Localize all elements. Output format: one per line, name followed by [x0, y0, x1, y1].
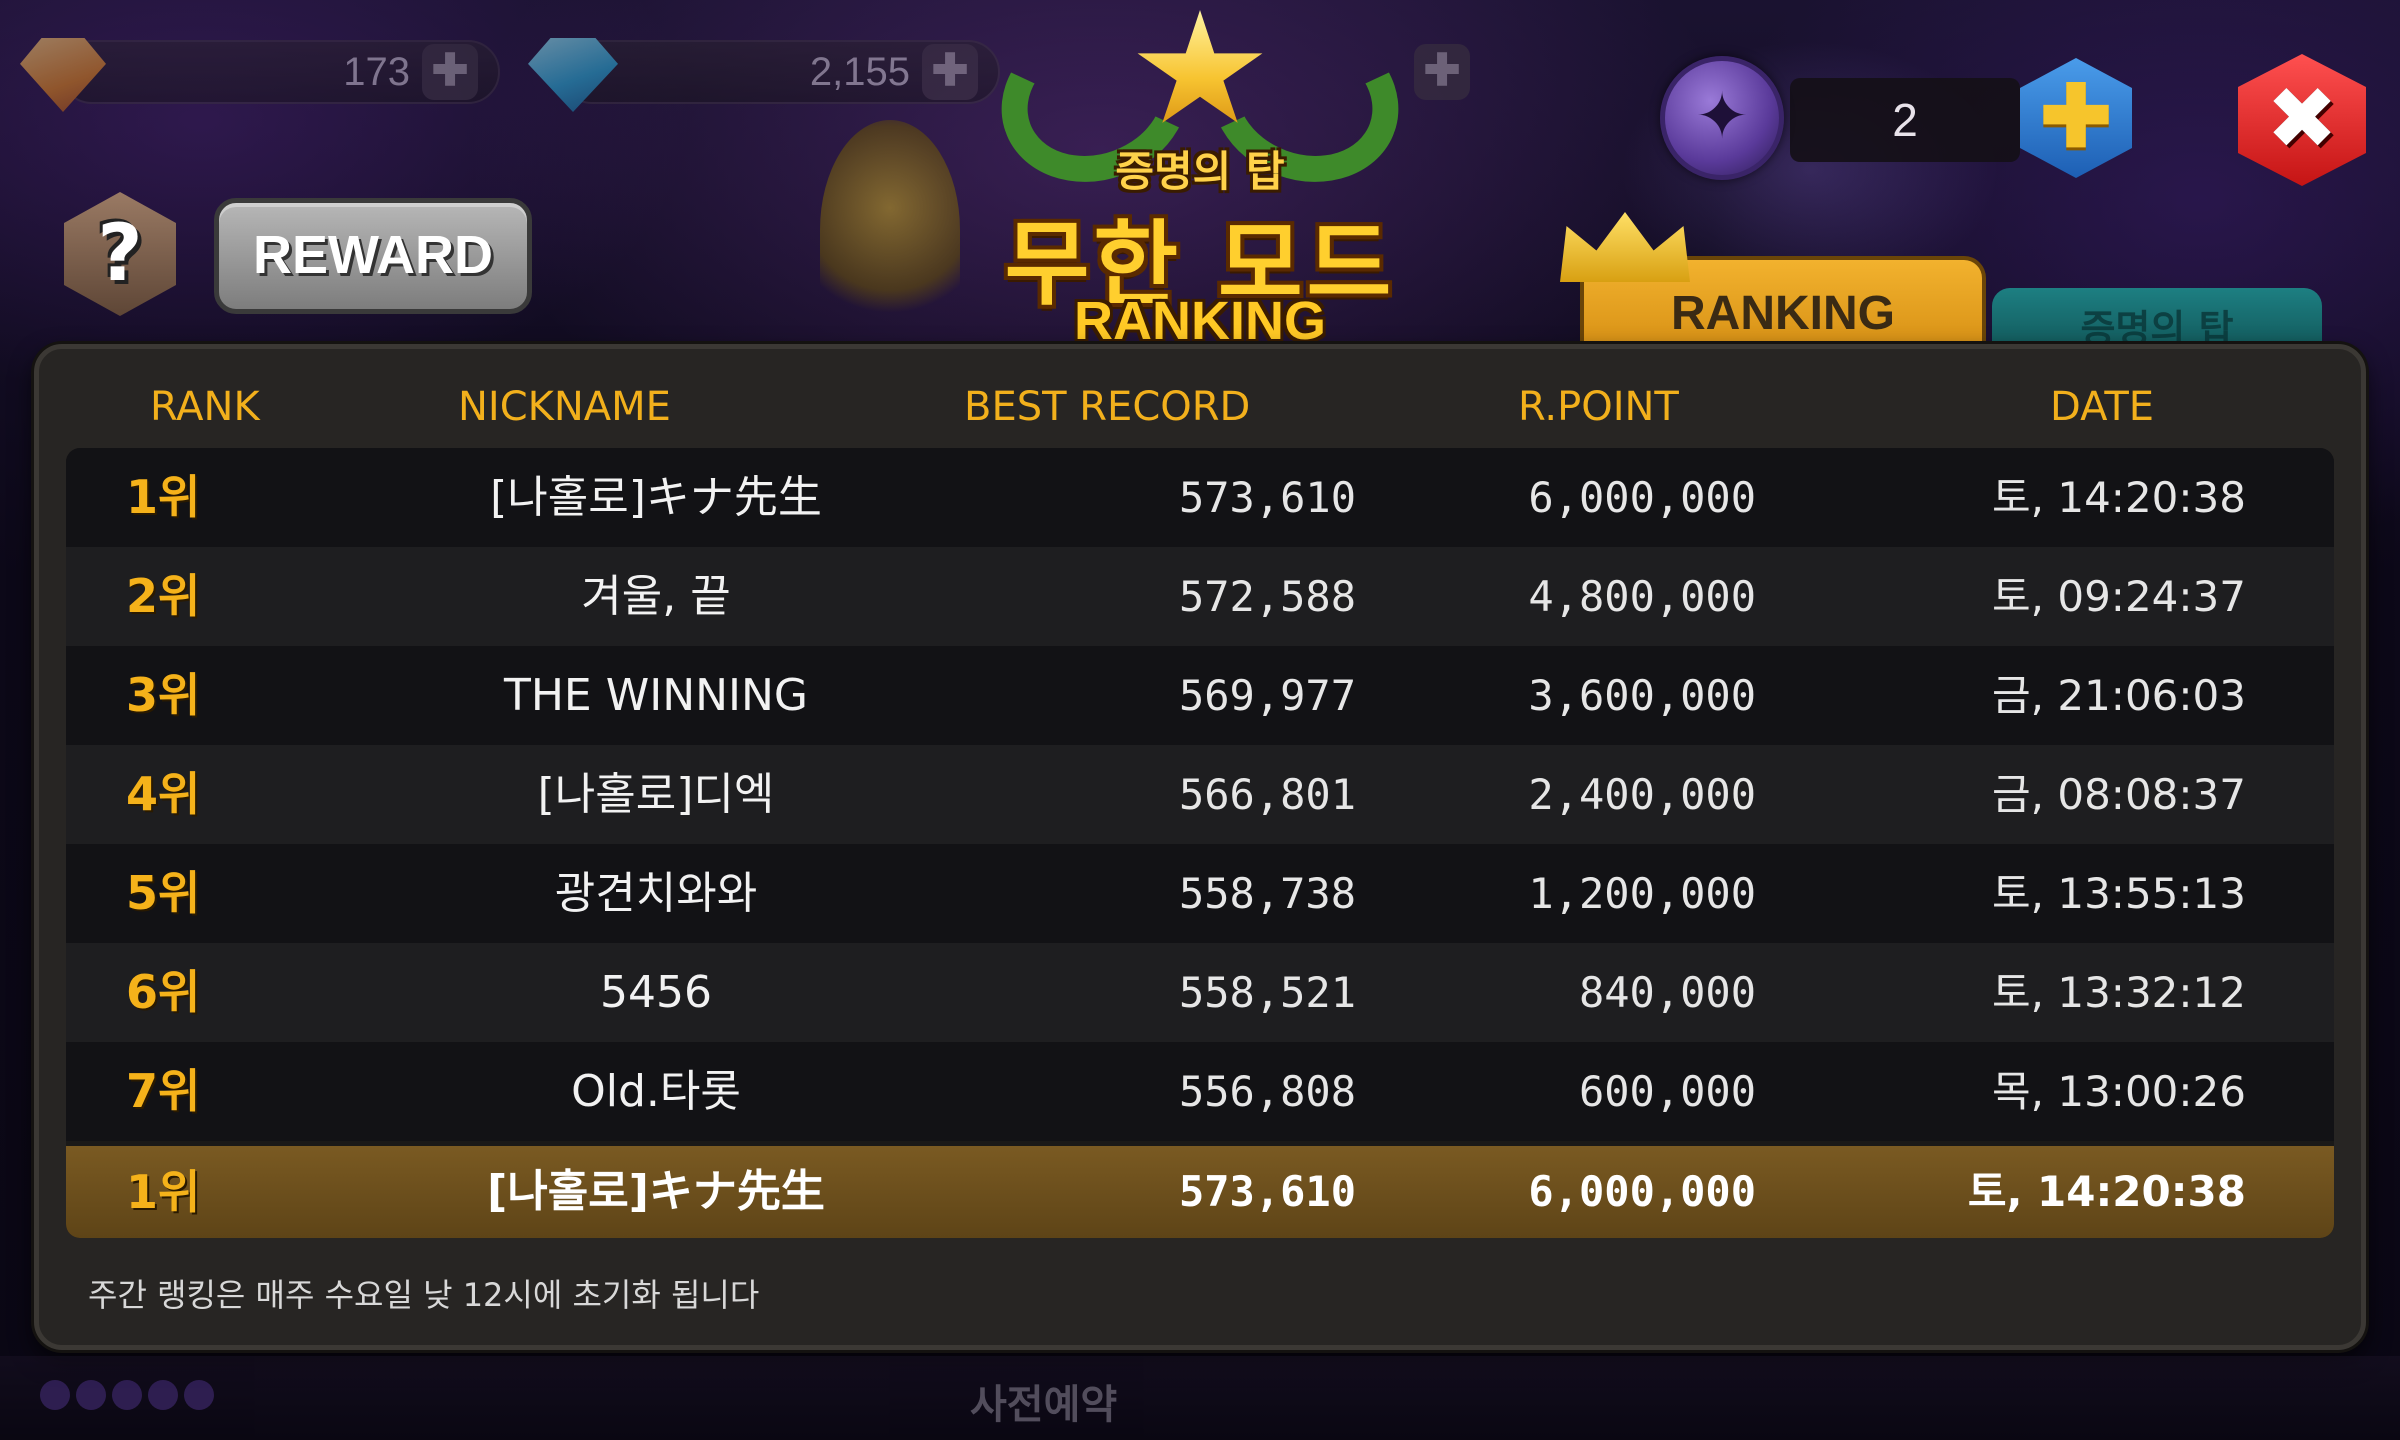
bottom-strip: 사전예약	[0, 1356, 2400, 1440]
blue-gem-count: 2,155	[809, 50, 910, 94]
r-point-cell: 840,000	[1578, 968, 1756, 1017]
background-tower-ornament	[820, 120, 960, 340]
my-r-point-cell: 6,000,000	[1528, 1167, 1756, 1216]
my-best-record-cell: 573,610	[1178, 1167, 1356, 1216]
r-point-cell: 6,000,000	[1528, 473, 1756, 522]
purple-coin-icon: ✦	[1660, 56, 1784, 180]
table-row[interactable]: 7위 Old.타롯 556,808 600,000 목, 13:00:26	[66, 1042, 2334, 1141]
best-record-cell: 558,738	[1178, 869, 1356, 918]
table-row[interactable]: 6위 5456 558,521 840,000 토, 13:32:12	[66, 943, 2334, 1042]
best-record-cell: 556,808	[1178, 1067, 1356, 1116]
my-rank-row[interactable]: 1위 [나홀로]キナ先生 573,610 6,000,000 토, 14:20:…	[66, 1146, 2334, 1238]
nickname-cell: Old.타롯	[571, 1066, 741, 1117]
nickname-cell: [나홀로]キナ先生	[490, 472, 822, 523]
header-r-point: R.POINT	[1518, 384, 1679, 430]
nickname-cell: 5456	[600, 967, 712, 1018]
my-rank-cell: 1위	[126, 1165, 201, 1219]
header-rank: RANK	[150, 384, 260, 430]
date-cell: 토, 13:32:12	[1992, 968, 2246, 1017]
weekly-reset-note: 주간 랭킹은 매주 수요일 낮 12시에 초기화 됩니다	[88, 1276, 760, 1314]
date-cell: 토, 09:24:37	[1992, 572, 2246, 621]
nickname-cell: 겨울, 끝	[581, 571, 731, 622]
rank-cell: 7위	[126, 1064, 201, 1118]
date-cell: 금, 08:08:37	[1992, 770, 2246, 819]
rank-cell: 1위	[126, 470, 201, 524]
r-point-cell: 600,000	[1578, 1067, 1756, 1116]
bottom-dots	[40, 1380, 220, 1420]
title-ranking-label: RANKING	[1074, 291, 1326, 351]
add-currency-button[interactable]: ✚	[1414, 44, 1470, 100]
rank-cell: 4위	[126, 767, 201, 821]
rank-cell: 5위	[126, 866, 201, 920]
table-row[interactable]: 5위 광견치와와 558,738 1,200,000 토, 13:55:13	[66, 844, 2334, 943]
r-point-cell: 2,400,000	[1528, 770, 1756, 819]
date-cell: 토, 13:55:13	[1992, 869, 2246, 918]
best-record-cell: 573,610	[1178, 473, 1356, 522]
add-blue-gem-button[interactable]: ✚	[922, 44, 978, 100]
add-orange-gem-button[interactable]: ✚	[422, 44, 478, 100]
nickname-cell: THE WINNING	[503, 670, 809, 721]
r-point-cell: 4,800,000	[1528, 572, 1756, 621]
rank-cell: 6위	[126, 965, 201, 1019]
rank-cell: 3위	[126, 668, 201, 722]
my-nickname-cell: [나홀로]キナ先生	[487, 1166, 825, 1217]
nickname-cell: 광견치와와	[554, 868, 758, 919]
tab-tower[interactable]: 증명의 탑	[1992, 288, 2322, 352]
date-cell: 토, 14:20:38	[1992, 473, 2246, 522]
header-date: DATE	[2050, 384, 2155, 430]
table-row[interactable]: 3위 THE WINNING 569,977 3,600,000 금, 21:0…	[66, 646, 2334, 745]
r-point-cell: 3,600,000	[1528, 671, 1756, 720]
ranking-list[interactable]: 1위 [나홀로]キナ先生 573,610 6,000,000 토, 14:20:…	[66, 448, 2334, 1238]
best-record-cell: 569,977	[1178, 671, 1356, 720]
preorder-label: 사전예약	[970, 1382, 1118, 1428]
header-nickname: NICKNAME	[458, 384, 671, 430]
best-record-cell: 572,588	[1178, 572, 1356, 621]
best-record-cell: 558,521	[1178, 968, 1356, 1017]
best-record-cell: 566,801	[1178, 770, 1356, 819]
r-point-cell: 1,200,000	[1528, 869, 1756, 918]
rank-cell: 2위	[126, 569, 201, 623]
date-cell: 목, 13:00:26	[1992, 1067, 2246, 1116]
coin-count: 2	[1892, 94, 1918, 146]
nickname-cell: [나홀로]디엑	[537, 769, 775, 820]
my-date-cell: 토, 14:20:38	[1967, 1167, 2246, 1216]
table-row[interactable]: 2위 겨울, 끝 572,588 4,800,000 토, 09:24:37	[66, 547, 2334, 646]
orange-gem-count: 173	[343, 50, 410, 94]
table-row[interactable]: 4위 [나홀로]디엑 566,801 2,400,000 금, 08:08:37	[66, 745, 2334, 844]
reward-button[interactable]: REWARD	[214, 198, 532, 314]
date-cell: 금, 21:06:03	[1992, 671, 2246, 720]
tab-ranking-label: RANKING	[1671, 287, 1895, 340]
table-row[interactable]: 1위 [나홀로]キナ先生 573,610 6,000,000 토, 14:20:…	[66, 448, 2334, 547]
header-best-record: BEST RECORD	[964, 384, 1251, 430]
